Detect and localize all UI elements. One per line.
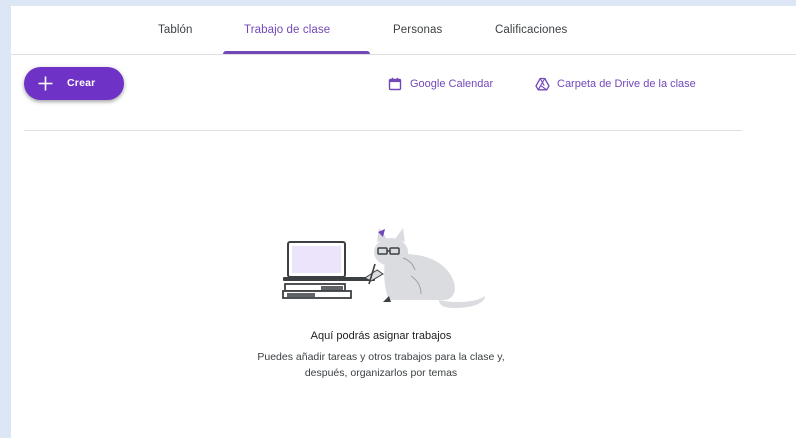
tab-trabajo-de-clase[interactable]: Trabajo de clase (244, 6, 330, 54)
drive-icon (535, 77, 550, 91)
calendar-icon (388, 77, 402, 91)
drive-folder-label: Carpeta de Drive de la clase (557, 78, 696, 90)
empty-state-description-line2: después, organizarlos por temas (304, 367, 458, 379)
drive-folder-link[interactable]: Carpeta de Drive de la clase (535, 76, 740, 92)
empty-state-illustration (282, 228, 485, 308)
tab-tablon[interactable]: Tablón (158, 6, 193, 54)
tab-calificaciones[interactable]: Calificaciones (495, 6, 567, 54)
divider (24, 130, 742, 131)
classwork-page: Tablón Trabajo de clase Personas Calific… (11, 6, 796, 438)
tab-personas[interactable]: Personas (393, 6, 442, 54)
create-button[interactable]: Crear (24, 67, 124, 100)
active-tab-indicator (223, 51, 370, 54)
google-calendar-label: Google Calendar (410, 78, 494, 90)
empty-state-title: Aquí podrás asignar trabajos (310, 330, 452, 342)
google-calendar-link[interactable]: Google Calendar (388, 76, 523, 92)
create-button-label: Crear (67, 77, 96, 89)
empty-state-description-line1: Puedes añadir tareas y otros trabajos pa… (257, 351, 505, 363)
plus-icon (38, 76, 53, 91)
class-tabs: Tablón Trabajo de clase Personas Calific… (11, 6, 796, 55)
